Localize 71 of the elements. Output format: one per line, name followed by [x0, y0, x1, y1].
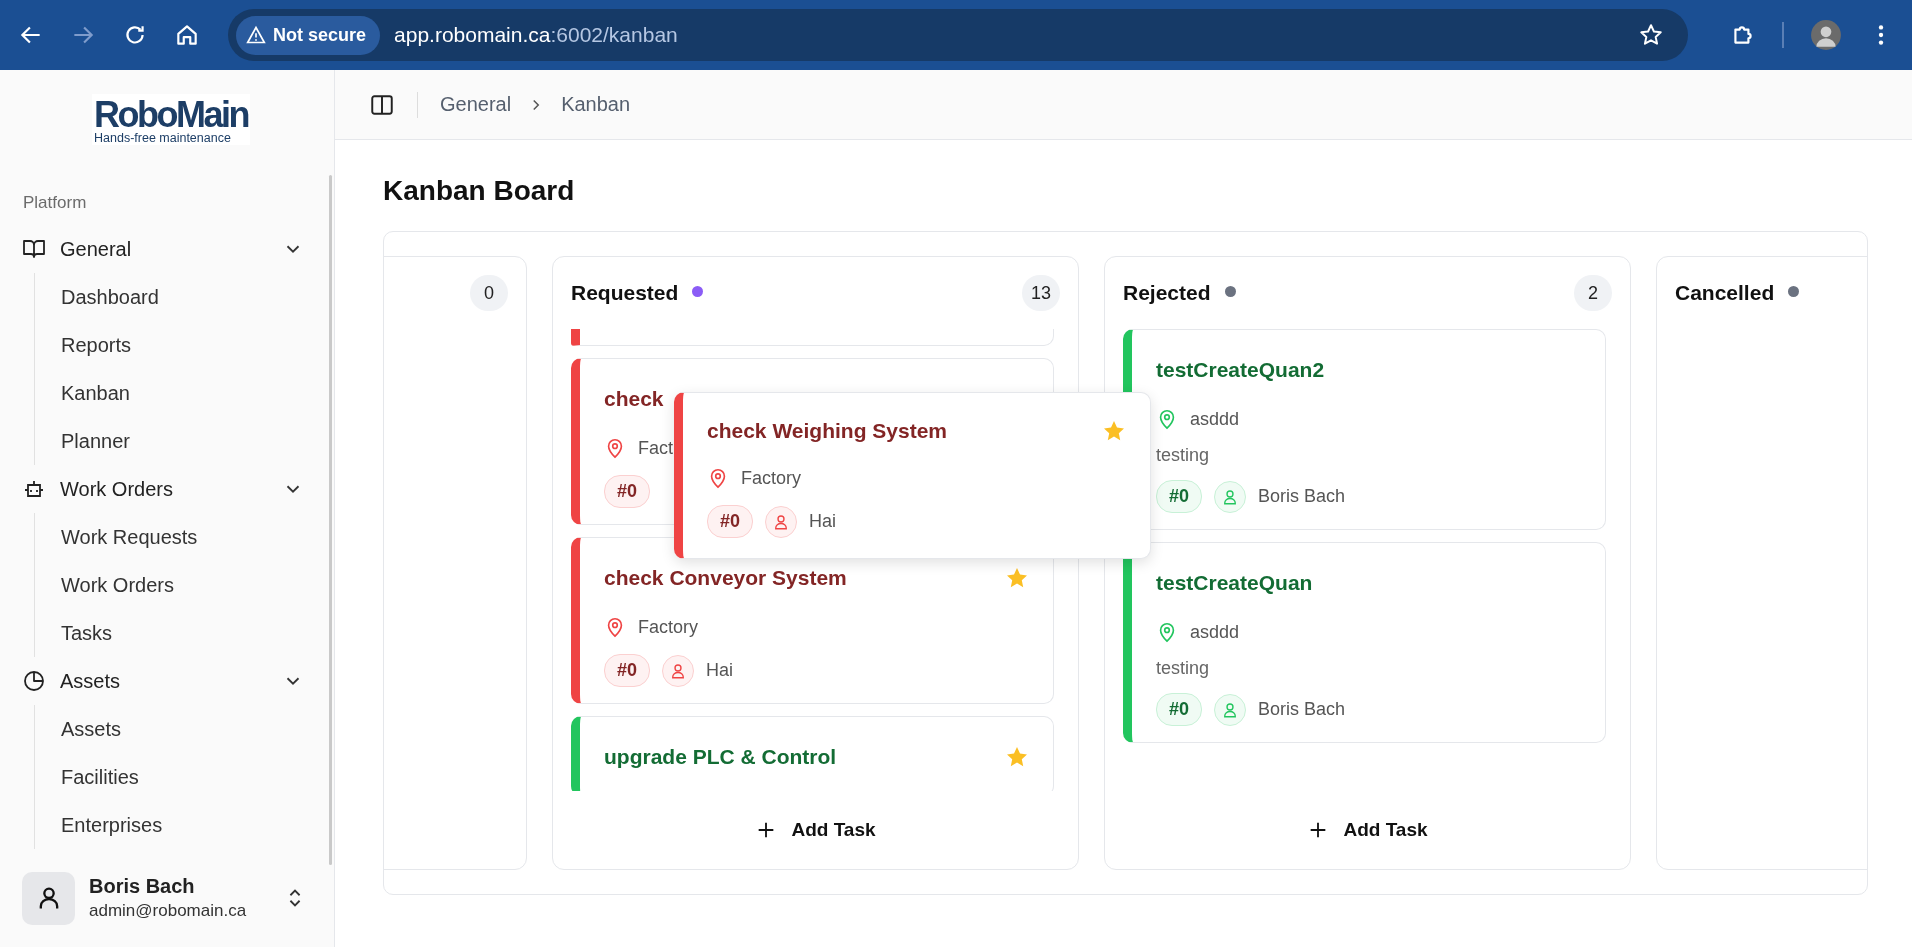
logo: RoboMain Hands-free maintenance: [92, 94, 250, 145]
dragged-card-overlay[interactable]: check Weighing System Factory #0 Hai: [674, 392, 1151, 559]
task-card[interactable]: check Conveyor System Factory #0 Hai: [571, 537, 1054, 704]
nav-item[interactable]: Assets: [61, 705, 312, 753]
task-card[interactable]: testCreateQuan2 asddd testing #0 Boris Bach: [1123, 329, 1606, 530]
location-text: asddd: [1190, 621, 1240, 643]
security-chip[interactable]: Not secure: [236, 15, 381, 55]
breadcrumb-link[interactable]: General: [440, 93, 512, 116]
url-text: app.robomain.ca:6002/kanban: [394, 23, 679, 47]
section-label: Platform: [23, 193, 88, 213]
book-icon: [22, 237, 46, 261]
nav-item[interactable]: Work Orders: [61, 561, 312, 609]
task-card[interactable]: testCreateQuan asddd testing #0 Boris Bach: [1123, 542, 1606, 743]
task-title: check Conveyor System: [604, 566, 848, 590]
column-title: Rejected: [1123, 281, 1211, 305]
star-icon[interactable]: [1102, 419, 1126, 443]
task-title: testCreateQuan2: [1156, 358, 1326, 382]
count-badge: 2: [1574, 275, 1612, 311]
location-text: Factory: [638, 616, 698, 638]
add-task-button[interactable]: Add Task: [1297, 813, 1438, 847]
home-icon[interactable]: [174, 22, 200, 48]
count-badge: 13: [1022, 275, 1060, 311]
nav-item[interactable]: Kanban: [61, 369, 312, 417]
address-bar[interactable]: Not secure app.robomain.ca:6002/kanban: [228, 9, 1688, 61]
nav-group[interactable]: Work Orders: [22, 465, 312, 513]
nav-item[interactable]: Dashboard: [61, 273, 312, 321]
location-text: Fact: [638, 437, 673, 459]
task-card[interactable]: upgrade PLC & Control: [571, 716, 1054, 791]
user-menu[interactable]: Boris Bach admin@robomain.ca: [22, 853, 312, 943]
nav-group[interactable]: General: [22, 225, 312, 273]
task-number-tag: #0: [1156, 480, 1203, 513]
column-title: Requested: [571, 281, 679, 305]
add-task-button[interactable]: Add Task: [745, 813, 886, 847]
task-title: upgrade PLC & Control: [604, 745, 838, 769]
task-number-tag: #0: [604, 654, 651, 687]
location-text: asddd: [1190, 408, 1240, 430]
assignee-name: Boris Bach: [1258, 699, 1346, 720]
task-number-tag: #0: [604, 475, 651, 508]
task-description: testing: [1156, 656, 1211, 680]
nav-item[interactable]: Tasks: [61, 609, 312, 657]
task-number-tag: #0: [1156, 693, 1203, 726]
star-icon[interactable]: [1005, 745, 1029, 769]
assignee-icon: [1214, 480, 1247, 513]
location-text: Factory: [741, 467, 801, 489]
page-title: Kanban Board: [383, 174, 576, 208]
task-number-tag: #0: [707, 505, 754, 538]
assignee-name: Boris Bach: [1258, 486, 1346, 507]
column-title: Cancelled: [1675, 281, 1775, 305]
user-avatar: [22, 871, 75, 925]
nav-item[interactable]: Planner: [61, 417, 312, 465]
assignee-name: Hai: [706, 660, 734, 681]
task-title: check: [604, 387, 665, 411]
pie-chart-icon: [22, 669, 46, 693]
assignee-icon: [1214, 693, 1247, 726]
profile-avatar-icon[interactable]: [1810, 19, 1842, 51]
warning-icon: [246, 25, 266, 45]
task-title: check Weighing System: [707, 419, 949, 443]
nav-group[interactable]: Assets: [22, 657, 312, 705]
count-badge: 0: [470, 275, 508, 311]
assignee-icon: [765, 505, 798, 538]
star-icon[interactable]: [1005, 566, 1029, 590]
nav-item[interactable]: Facilities: [61, 753, 312, 801]
task-title: testCreateQuan: [1156, 571, 1314, 595]
bookmark-star-icon[interactable]: [1638, 22, 1664, 48]
nav-item[interactable]: Enterprises: [61, 801, 312, 849]
assignee-name: Hai: [809, 511, 837, 532]
nav-item[interactable]: Reports: [61, 321, 312, 369]
nav-item[interactable]: Work Requests: [61, 513, 312, 561]
task-description: testing: [1156, 443, 1211, 467]
breadcrumb-link[interactable]: Kanban: [561, 93, 631, 116]
assignee-icon: [662, 654, 695, 687]
